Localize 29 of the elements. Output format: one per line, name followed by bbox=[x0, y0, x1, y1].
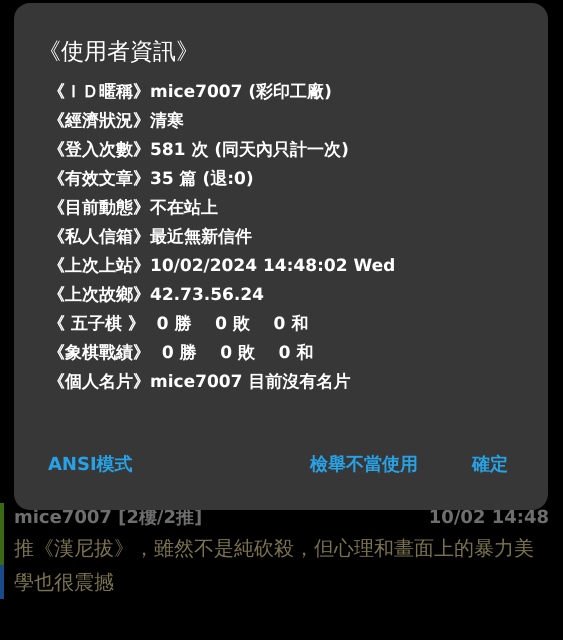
dialog-button[interactable]: 確定 bbox=[462, 446, 518, 482]
info-label: 《個人名片》 bbox=[48, 371, 150, 393]
info-label: 《私人信箱》 bbox=[48, 226, 150, 248]
info-value: 35 篇 (退:0) bbox=[150, 168, 254, 190]
info-label: 《經濟狀況》 bbox=[48, 110, 150, 132]
dialog-button[interactable]: 檢舉不當使用 bbox=[300, 446, 428, 482]
info-label: 《有效文章》 bbox=[48, 168, 150, 190]
info-value: 10/02/2024 14:48:02 Wed bbox=[150, 256, 396, 276]
info-label: 《上次上站》 bbox=[48, 255, 150, 277]
info-label: 《登入次數》 bbox=[48, 139, 150, 161]
info-value: mice7007 目前沒有名片 bbox=[150, 371, 350, 393]
info-value: 不在站上 bbox=[150, 197, 218, 219]
info-label: 《上次故鄉》 bbox=[48, 284, 150, 306]
info-value: 最近無新信件 bbox=[150, 226, 252, 248]
info-value: 0 勝 0 敗 0 和 bbox=[160, 342, 314, 364]
comment-text: 推《漢尼拔》，雖然不是純砍殺，但心理和畫面上的暴力美 bbox=[14, 535, 535, 562]
comment-text: 學也很震撼 bbox=[14, 569, 115, 596]
comment-time: 10/02 14:48 bbox=[428, 506, 549, 528]
info-value: mice7007 (彩印工廠) bbox=[150, 81, 332, 103]
info-label: 《 五子棋 》 bbox=[48, 313, 145, 335]
dialog-button[interactable]: ANSI模式 bbox=[38, 446, 143, 482]
info-label: 《象棋戰績》 bbox=[48, 342, 150, 364]
info-label: 《目前動態》 bbox=[48, 197, 150, 219]
info-label: 《ＩＤ暱稱》 bbox=[48, 81, 150, 103]
dialog-title: 《使用者資訊》 bbox=[38, 38, 199, 67]
info-value: 42.73.56.24 bbox=[150, 284, 264, 304]
info-value: 清寒 bbox=[150, 110, 184, 132]
info-value: 0 勝 0 敗 0 和 bbox=[156, 313, 308, 335]
info-value: 581 次 (同天內只計一次) bbox=[150, 139, 349, 161]
